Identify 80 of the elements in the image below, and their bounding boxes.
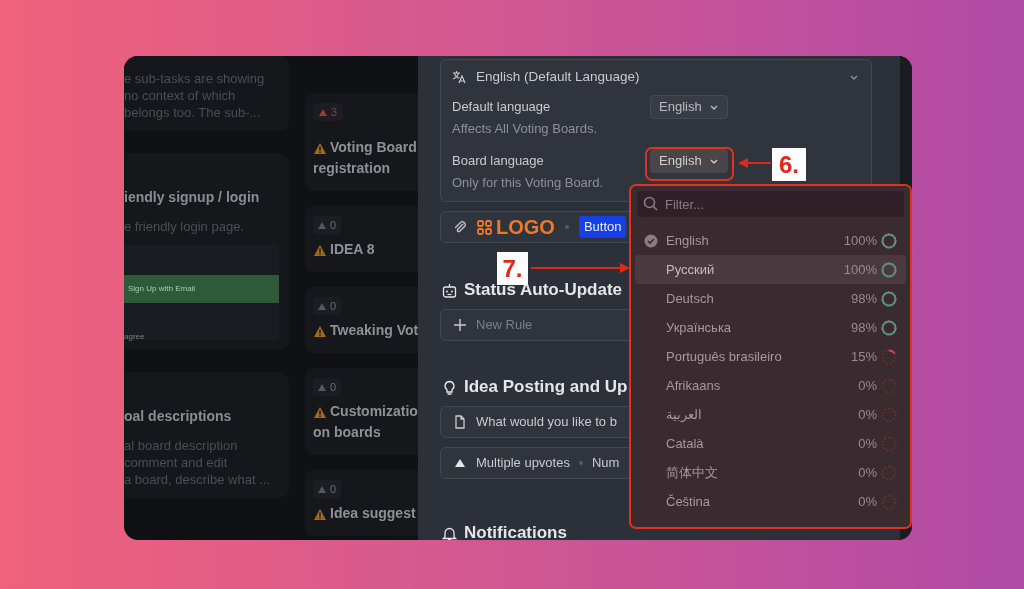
- vote-count[interactable]: 0: [313, 480, 342, 498]
- percentage: 0%: [858, 405, 877, 424]
- setting-hint: Affects All Voting Boards.: [452, 120, 597, 138]
- section-heading: Idea Posting and Up: [442, 377, 628, 397]
- grid-logo-icon: [477, 219, 492, 235]
- setting-label: Board language: [452, 152, 545, 171]
- card-description: e friendly login page.: [124, 218, 245, 235]
- logo: LOGO: [477, 212, 555, 242]
- progress-ring: [881, 348, 897, 365]
- paperclip-icon: [453, 220, 467, 234]
- language-option[interactable]: Deutsch 98%: [635, 284, 906, 313]
- percentage: 0%: [858, 463, 877, 482]
- percentage: 15%: [850, 347, 877, 366]
- setting-hint: Only for this Voting Board.: [452, 174, 604, 192]
- document-icon: [453, 415, 467, 429]
- upvote-icon: [318, 221, 326, 229]
- language-option[interactable]: Català 0%: [635, 429, 906, 458]
- bell-icon: [442, 525, 457, 540]
- card-description: e sub-tasks are showing no context of which belongs too. The sub-...: [124, 70, 266, 121]
- filter-field[interactable]: Filter...: [637, 191, 904, 217]
- percentage: 0%: [858, 492, 877, 511]
- vote-count[interactable]: 0: [313, 216, 342, 234]
- card-title: English (Default Language): [476, 67, 640, 86]
- language-option[interactable]: Čeština 0%: [635, 487, 906, 516]
- vote-count[interactable]: 0: [313, 297, 342, 315]
- plus-icon: [453, 318, 467, 332]
- language-option[interactable]: Українська 98%: [635, 313, 906, 342]
- button-preview[interactable]: Button: [578, 216, 627, 238]
- progress-ring: [881, 290, 897, 307]
- card-title: Voting Board registration: [313, 138, 418, 178]
- card-title: oal descriptions: [124, 407, 233, 426]
- warning-icon: [313, 141, 327, 155]
- card-title: IDEA 8: [313, 239, 418, 260]
- language-option[interactable]: Afrikaans 0%: [635, 371, 906, 400]
- row-text: Num: [591, 454, 620, 473]
- card-description: al board description comment and edit a board, describe what ...: [124, 437, 271, 488]
- progress-ring: [881, 493, 897, 510]
- step-label: 7.: [497, 252, 528, 285]
- card-title: Tweaking Vot: [313, 320, 418, 341]
- warning-icon: [313, 507, 327, 521]
- row-text: Multiple upvotes: [476, 454, 570, 473]
- progress-ring: [881, 261, 897, 278]
- language-select[interactable]: English: [650, 149, 728, 173]
- upvote-icon: [318, 383, 326, 391]
- preview-footer: agree: [124, 331, 145, 343]
- card-title: iendly signup / login: [124, 188, 261, 207]
- annotation-arrow: [738, 155, 772, 171]
- progress-ring: [881, 377, 897, 394]
- progress-ring: [881, 232, 897, 249]
- progress-ring: [881, 319, 897, 336]
- warning-icon: [313, 243, 327, 257]
- progress-ring: [881, 435, 897, 452]
- warning-icon: [313, 405, 327, 419]
- progress-ring: [881, 464, 897, 481]
- percentage: 98%: [850, 289, 877, 308]
- percentage: 100%: [843, 231, 877, 250]
- progress-ring: [881, 406, 897, 423]
- card-title: Idea suggest: [313, 503, 418, 524]
- language-option[interactable]: English 100%: [635, 226, 906, 255]
- percentage: 98%: [850, 318, 877, 337]
- percentage: 100%: [843, 260, 877, 279]
- section-heading: Notifications: [442, 523, 567, 540]
- translate-icon: [452, 70, 466, 84]
- lightbulb-icon: [442, 379, 457, 395]
- upvote-icon: [318, 302, 326, 310]
- warning-icon: [313, 324, 327, 338]
- step-label: 6.: [772, 148, 806, 181]
- language-option[interactable]: Русский 100%: [635, 255, 906, 284]
- warning-icon: [319, 108, 327, 116]
- percentage: 0%: [858, 376, 877, 395]
- upvote-icon: [318, 485, 326, 493]
- percentage: 0%: [858, 434, 877, 453]
- language-option[interactable]: Português brasileiro 15%: [635, 342, 906, 371]
- language-select[interactable]: English: [650, 95, 728, 119]
- card-title: Customizatio on boards: [313, 402, 418, 442]
- robot-icon: [442, 282, 457, 298]
- row-text: What would you like to b: [476, 413, 617, 432]
- language-option[interactable]: 简体中文 0%: [635, 458, 906, 487]
- vote-count[interactable]: 0: [313, 378, 342, 396]
- setting-label: Default language: [452, 98, 552, 117]
